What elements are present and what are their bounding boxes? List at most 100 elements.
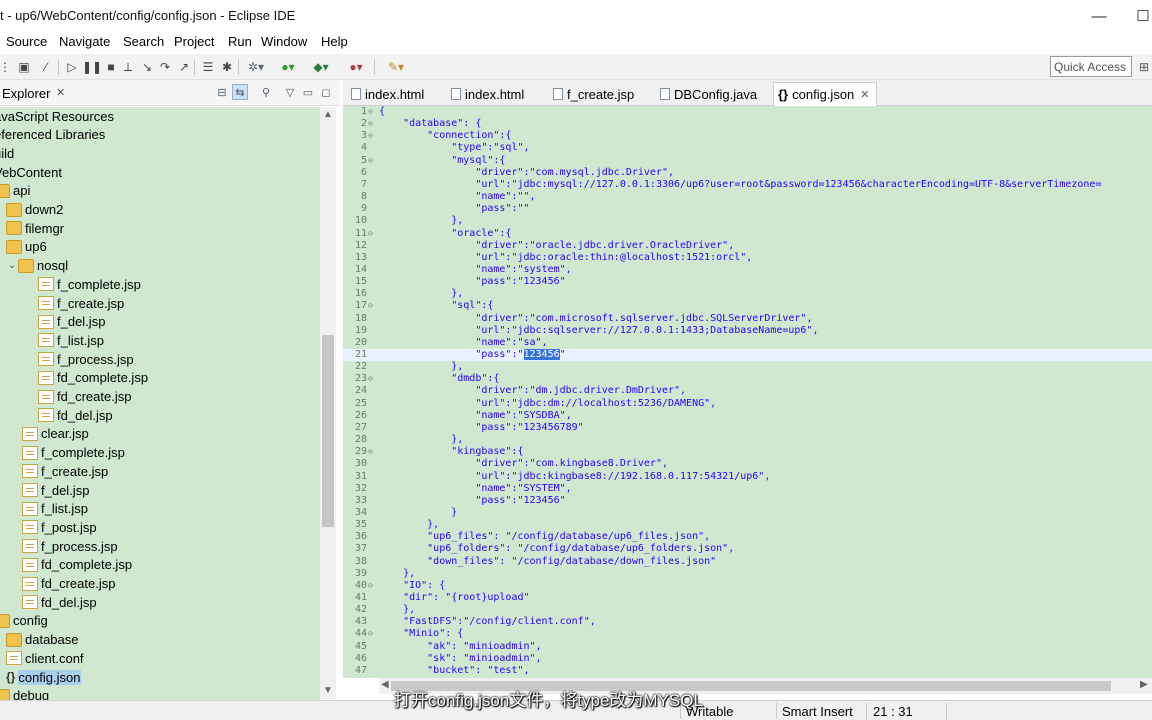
tree-item[interactable]: f_create.jsp bbox=[22, 462, 108, 480]
tree-item[interactable]: f_create.jsp bbox=[38, 294, 124, 312]
fold-toggle-icon[interactable]: ⊖ bbox=[368, 228, 376, 240]
fold-toggle-icon[interactable]: ⊖ bbox=[368, 300, 376, 312]
disconnect-icon[interactable]: ⟂ bbox=[120, 58, 136, 76]
link-editor-icon[interactable]: ⇆ bbox=[232, 84, 248, 100]
tree-item[interactable]: f_post.jsp bbox=[22, 518, 97, 536]
code-line[interactable]: 18 "driver":"com.microsoft.sqlserver.jdb… bbox=[343, 313, 1152, 325]
view-menu-icon[interactable]: ▽ bbox=[282, 84, 298, 100]
tree-item[interactable]: uild bbox=[0, 144, 14, 162]
code-line[interactable]: 22 }, bbox=[343, 361, 1152, 373]
scroll-down-icon[interactable]: ▼ bbox=[322, 685, 334, 696]
tree-item[interactable]: down2 bbox=[6, 201, 63, 219]
menu-navigate[interactable]: Navigate bbox=[59, 34, 110, 49]
tree-item[interactable]: fd_create.jsp bbox=[22, 575, 115, 593]
editor-tab[interactable]: DBConfig.java bbox=[656, 82, 763, 106]
code-line[interactable]: 5 ⊖ "mysql":{ bbox=[343, 155, 1152, 167]
fold-toggle-icon[interactable]: ⊖ bbox=[368, 130, 376, 142]
code-line[interactable]: 13 "url":"jdbc:oracle:thin:@localhost:15… bbox=[343, 252, 1152, 264]
tree-item[interactable]: f_list.jsp bbox=[22, 500, 88, 518]
close-icon[interactable]: ✕ bbox=[56, 86, 65, 99]
code-line[interactable]: 8 "name":"", bbox=[343, 191, 1152, 203]
code-line[interactable]: 40 ⊖ "IO": { bbox=[343, 580, 1152, 592]
code-line[interactable]: 19 "url":"jdbc:sqlserver://127.0.0.1:143… bbox=[343, 325, 1152, 337]
tree-item[interactable]: f_del.jsp bbox=[38, 313, 105, 331]
code-line[interactable]: 32 "name":"SYSTEM", bbox=[343, 483, 1152, 495]
code-line[interactable]: 42 }, bbox=[343, 604, 1152, 616]
code-line[interactable]: 45 "ak": "minioadmin", bbox=[343, 641, 1152, 653]
expand-arrow-icon[interactable]: ⌄ bbox=[6, 260, 18, 271]
tree-item[interactable]: {} config.json bbox=[6, 668, 81, 686]
code-line[interactable]: 38 "down_files": "/config/database/down_… bbox=[343, 556, 1152, 568]
code-line[interactable]: 23 ⊖ "dmdb":{ bbox=[343, 373, 1152, 385]
code-line[interactable]: 30 "driver":"com.kingbase8.Driver", bbox=[343, 458, 1152, 470]
fold-toggle-icon[interactable]: ⊖ bbox=[368, 155, 376, 167]
tree-item[interactable]: clear.jsp bbox=[22, 425, 89, 443]
code-line[interactable]: 9 "pass":"" bbox=[343, 203, 1152, 215]
focus-icon[interactable]: ⚲ bbox=[258, 84, 274, 100]
code-line[interactable]: 15 "pass":"123456" bbox=[343, 276, 1152, 288]
code-line[interactable]: 26 "name":"SYSDBA", bbox=[343, 410, 1152, 422]
minimize-view-icon[interactable]: ▭ bbox=[300, 84, 316, 100]
menu-project[interactable]: Project bbox=[174, 34, 214, 49]
code-line[interactable]: 4 "type":"sql", bbox=[343, 142, 1152, 154]
tree-item[interactable]: up6 bbox=[6, 238, 47, 256]
tools-icon[interactable]: ✱ bbox=[219, 58, 235, 76]
code-area[interactable]: 1 ⊖{2 ⊖ "database": {3 ⊖ "connection":{4 "t… bbox=[343, 106, 1152, 678]
selected-text[interactable]: 123456 bbox=[523, 349, 560, 360]
code-line[interactable]: 33 "pass":"123456" bbox=[343, 495, 1152, 507]
code-line[interactable]: 47 "bucket": "test", bbox=[343, 665, 1152, 677]
tree-item[interactable]: f_list.jsp bbox=[38, 331, 104, 349]
fold-toggle-icon[interactable]: ⊖ bbox=[368, 106, 376, 118]
step-into-icon[interactable]: ↘ bbox=[139, 58, 155, 76]
tree-item[interactable]: database bbox=[6, 631, 79, 649]
run-dropdown-icon[interactable]: ●▾ bbox=[276, 58, 300, 76]
editor-tab[interactable]: {} config.json ✕ bbox=[773, 82, 877, 106]
run-server-dropdown-icon[interactable]: ◆▾ bbox=[309, 58, 333, 76]
tree-item[interactable]: debug bbox=[0, 687, 49, 700]
fold-toggle-icon[interactable]: ⊖ bbox=[368, 373, 376, 385]
fold-toggle-icon[interactable]: ⊖ bbox=[368, 118, 376, 130]
code-line[interactable]: 44 ⊖ "Minio": { bbox=[343, 628, 1152, 640]
code-line[interactable]: 24 "driver":"dm.jdbc.driver.DmDriver", bbox=[343, 385, 1152, 397]
minimize-button[interactable]: — bbox=[1084, 4, 1114, 28]
skip-breakpoints-icon[interactable]: ⁄ bbox=[38, 58, 54, 76]
code-line[interactable]: 3 ⊖ "connection":{ bbox=[343, 130, 1152, 142]
code-line[interactable]: 20 "name":"sa", bbox=[343, 337, 1152, 349]
terminate-icon[interactable]: ■ bbox=[103, 58, 119, 76]
menu-help[interactable]: Help bbox=[321, 34, 348, 49]
editor-tab[interactable]: f_create.jsp bbox=[549, 82, 640, 106]
external-tools-dropdown-icon[interactable]: ●▾ bbox=[343, 58, 369, 76]
scroll-left-icon[interactable]: ◀ bbox=[381, 679, 389, 690]
collapse-all-icon[interactable]: ⊟ bbox=[214, 84, 230, 100]
code-line[interactable]: 36 "up6_files": "/config/database/up6_fi… bbox=[343, 531, 1152, 543]
tree-item[interactable]: fd_del.jsp bbox=[22, 593, 97, 611]
menu-search[interactable]: Search bbox=[123, 34, 164, 49]
code-line[interactable]: 34 } bbox=[343, 507, 1152, 519]
perspective-icon[interactable]: ⊞ bbox=[1136, 57, 1152, 77]
maximize-button[interactable]: ☐ bbox=[1128, 4, 1152, 28]
scroll-up-icon[interactable]: ▲ bbox=[322, 109, 334, 120]
code-line[interactable]: 17 ⊖ "sql":{ bbox=[343, 300, 1152, 312]
tree-item[interactable]: fd_create.jsp bbox=[38, 388, 131, 406]
code-line[interactable]: 16 }, bbox=[343, 288, 1152, 300]
code-line[interactable]: 28 }, bbox=[343, 434, 1152, 446]
suspend-icon[interactable]: ❚❚ bbox=[82, 58, 102, 76]
close-tab-icon[interactable]: ✕ bbox=[860, 88, 869, 101]
menu-source[interactable]: Source bbox=[6, 34, 47, 49]
code-line[interactable]: 39 }, bbox=[343, 568, 1152, 580]
code-line[interactable]: 31 "url":"jdbc:kingbase8://192.168.0.117… bbox=[343, 471, 1152, 483]
tree-item[interactable]: filemgr bbox=[6, 219, 64, 237]
step-return-icon[interactable]: ↗ bbox=[176, 58, 192, 76]
tree-item[interactable]: fd_complete.jsp bbox=[38, 369, 148, 387]
code-line[interactable]: 14 "name":"system", bbox=[343, 264, 1152, 276]
code-line[interactable]: 2 ⊖ "database": { bbox=[343, 118, 1152, 130]
menu-window[interactable]: Window bbox=[261, 34, 307, 49]
menu-run[interactable]: Run bbox=[228, 34, 252, 49]
editor-tab[interactable]: index.html bbox=[447, 82, 530, 106]
explorer-title[interactable]: Explorer bbox=[2, 86, 50, 101]
code-line[interactable]: 7 "url":"jdbc:mysql://127.0.0.1:3306/up6… bbox=[343, 179, 1152, 191]
tree-item[interactable]: f_process.jsp bbox=[22, 537, 118, 555]
code-line[interactable]: 25 "url":"jdbc:dm://localhost:5236/DAMEN… bbox=[343, 398, 1152, 410]
search-dropdown-icon[interactable]: ✎▾ bbox=[382, 58, 410, 76]
tree-item[interactable]: f_process.jsp bbox=[38, 350, 134, 368]
